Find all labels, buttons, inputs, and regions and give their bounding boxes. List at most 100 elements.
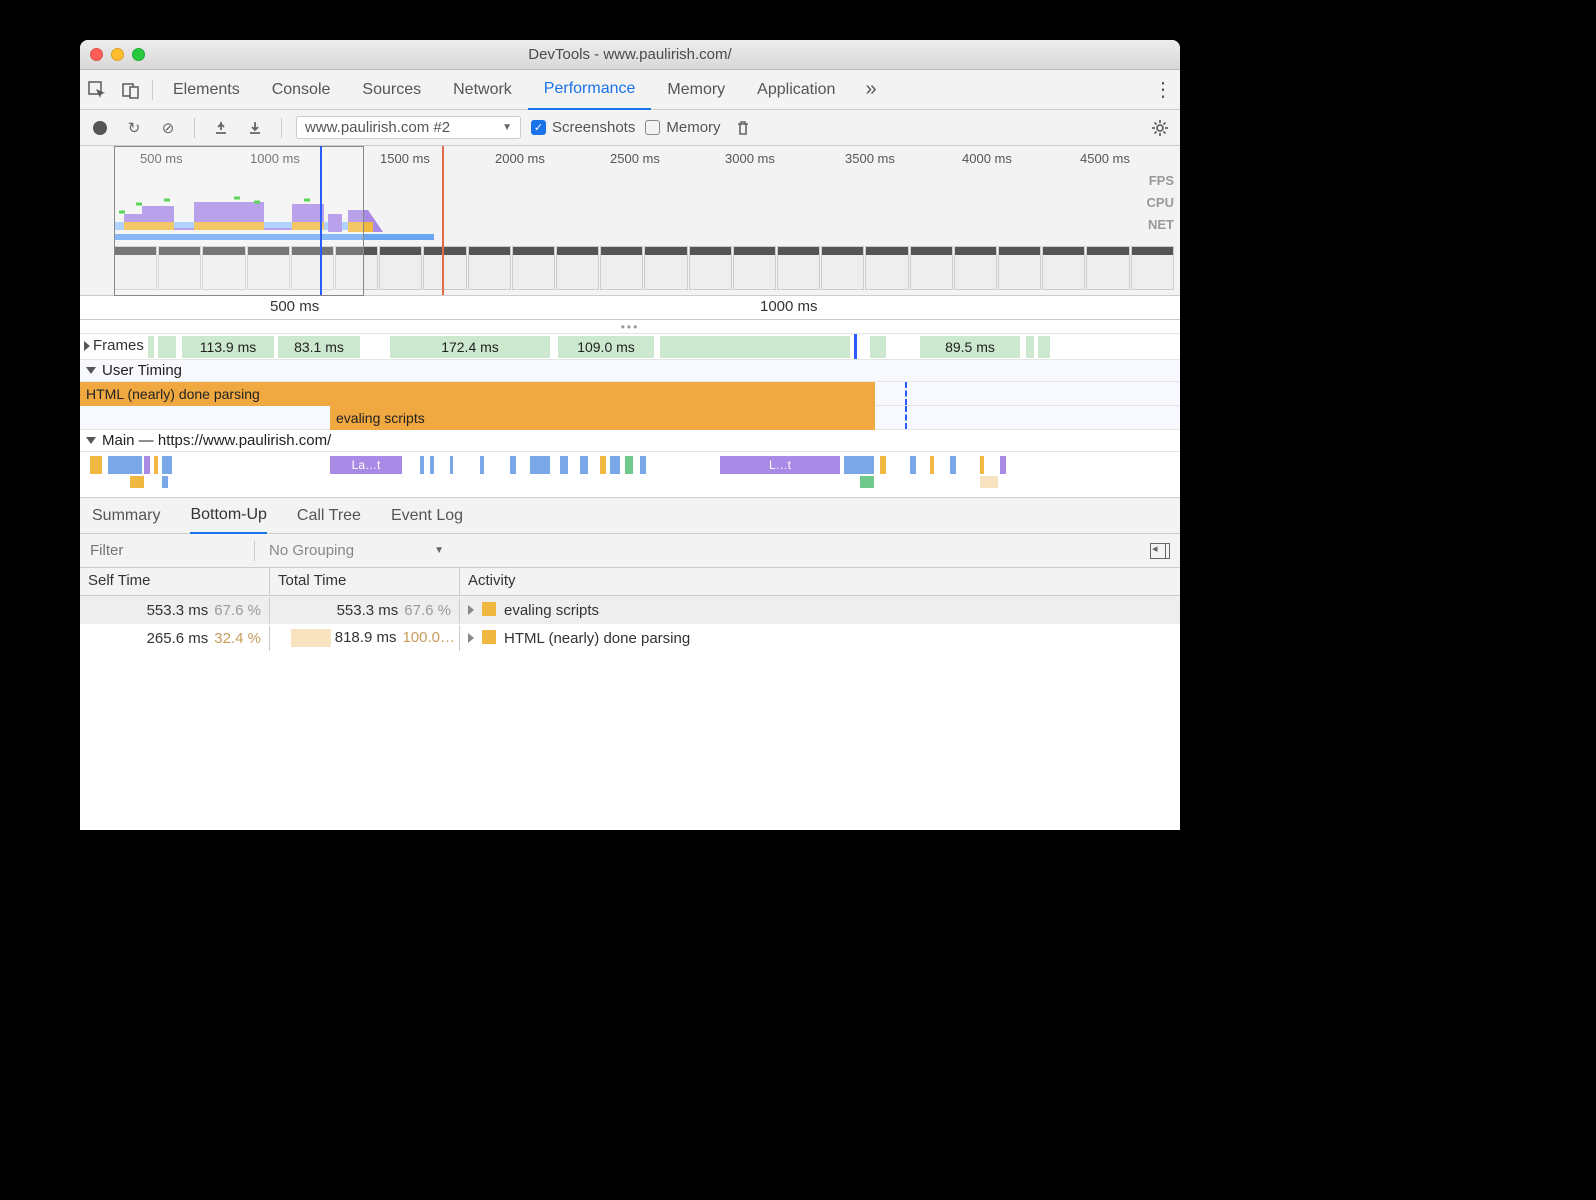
frame-block[interactable] — [660, 336, 850, 358]
timing-bar-html-parsing[interactable]: HTML (nearly) done parsing — [80, 382, 875, 406]
load-profile-icon[interactable] — [209, 116, 233, 140]
detail-tab-summary[interactable]: Summary — [92, 498, 160, 534]
frame-block[interactable]: 172.4 ms — [390, 336, 550, 358]
flame-block[interactable] — [450, 456, 453, 474]
ov-tick: 2500 ms — [610, 151, 660, 166]
flame-block[interactable] — [580, 456, 588, 474]
flame-block[interactable]: La…t — [330, 456, 402, 474]
collapsed-track-indicator[interactable]: ••• — [80, 320, 1180, 334]
cpu-label: CPU — [1147, 192, 1174, 214]
user-timing-label-text: User Timing — [102, 362, 182, 379]
flame-block[interactable] — [510, 456, 516, 474]
expand-triangle-icon[interactable] — [468, 633, 474, 643]
flame-block[interactable]: L…t — [720, 456, 840, 474]
ov-tick: 3000 ms — [725, 151, 775, 166]
flame-block[interactable] — [90, 456, 102, 474]
frames-label[interactable]: Frames — [84, 337, 144, 354]
recording-select[interactable]: www.paulirish.com #2 ▼ — [296, 116, 521, 139]
filter-input[interactable] — [80, 538, 250, 563]
tab-application[interactable]: Application — [741, 70, 851, 110]
flame-block[interactable] — [144, 456, 150, 474]
kebab-menu-icon[interactable]: ⋮ — [1146, 77, 1180, 102]
overview-timeline[interactable]: 500 ms 1000 ms 1500 ms 2000 ms 2500 ms 3… — [80, 146, 1180, 296]
tab-sources[interactable]: Sources — [346, 70, 437, 110]
tab-performance[interactable]: Performance — [528, 70, 652, 110]
main-thread-track[interactable]: La…t L…t — [80, 452, 1180, 498]
col-activity[interactable]: Activity — [460, 568, 1180, 595]
flame-block[interactable] — [910, 456, 916, 474]
timing-bar-evaling-scripts[interactable]: evaling scripts — [330, 406, 875, 430]
tab-console[interactable]: Console — [256, 70, 347, 110]
flame-block[interactable] — [162, 456, 172, 474]
frame-block[interactable] — [148, 336, 154, 358]
flame-block[interactable] — [108, 456, 142, 474]
flame-block[interactable] — [640, 456, 646, 474]
zoom-icon[interactable] — [132, 48, 145, 61]
frame-block[interactable]: 113.9 ms — [182, 336, 274, 358]
flame-ruler[interactable]: 500 ms 1000 ms — [80, 296, 1180, 320]
flame-block[interactable] — [625, 456, 633, 474]
thumb — [644, 246, 687, 290]
flame-block[interactable] — [600, 456, 606, 474]
col-total-time[interactable]: Total Time — [270, 568, 460, 595]
overview-window-handle[interactable] — [114, 146, 364, 296]
flame-block[interactable] — [844, 456, 874, 474]
detail-tab-call-tree[interactable]: Call Tree — [297, 498, 361, 534]
frame-block[interactable]: 109.0 ms — [558, 336, 654, 358]
sidebar-toggle-icon[interactable] — [1150, 543, 1170, 559]
main-label-text: Main — https://www.paulirish.com/ — [102, 432, 331, 449]
record-button[interactable] — [88, 116, 112, 140]
grouping-select[interactable]: No Grouping ▼ — [259, 542, 454, 559]
main-thread-label[interactable]: Main — https://www.paulirish.com/ — [80, 430, 1180, 452]
tab-network[interactable]: Network — [437, 70, 528, 110]
detail-tab-event-log[interactable]: Event Log — [391, 498, 463, 534]
frame-block[interactable] — [1026, 336, 1034, 358]
flame-block[interactable] — [860, 476, 874, 488]
flame-block[interactable] — [130, 476, 144, 488]
flame-block[interactable] — [430, 456, 434, 474]
save-profile-icon[interactable] — [243, 116, 267, 140]
expand-triangle-icon[interactable] — [468, 605, 474, 615]
flame-block[interactable] — [154, 456, 158, 474]
frames-track[interactable]: Frames 113.9 ms 83.1 ms 172.4 ms 109.0 m… — [80, 334, 1180, 360]
detail-tab-bottom-up[interactable]: Bottom-Up — [190, 498, 266, 534]
flame-block[interactable] — [930, 456, 934, 474]
frame-block[interactable]: 83.1 ms — [278, 336, 360, 358]
col-self-time[interactable]: Self Time — [80, 568, 270, 595]
frame-block[interactable] — [158, 336, 176, 358]
current-time-marker — [854, 334, 857, 359]
memory-checkbox[interactable]: Memory — [645, 119, 720, 136]
more-tabs-icon[interactable]: » — [851, 78, 890, 101]
flame-block[interactable] — [560, 456, 568, 474]
user-timing-label[interactable]: User Timing — [80, 360, 1180, 382]
flame-block[interactable] — [1000, 456, 1006, 474]
table-row[interactable]: 553.3 ms67.6 % 553.3 ms67.6 % evaling sc… — [80, 596, 1180, 624]
flame-block[interactable] — [980, 476, 998, 488]
range-marker — [905, 382, 907, 405]
device-toolbar-icon[interactable] — [114, 81, 148, 99]
frame-block[interactable] — [870, 336, 886, 358]
flame-block[interactable] — [420, 456, 424, 474]
self-time: 265.6 ms — [147, 630, 209, 647]
tab-memory[interactable]: Memory — [651, 70, 741, 110]
clear-icon[interactable]: ⊘ — [156, 116, 180, 140]
flame-block[interactable] — [530, 456, 550, 474]
flame-block[interactable] — [950, 456, 956, 474]
settings-gear-icon[interactable] — [1148, 116, 1172, 140]
reload-record-icon[interactable]: ↻ — [122, 116, 146, 140]
flame-block[interactable] — [980, 456, 984, 474]
flame-block[interactable] — [880, 456, 886, 474]
tab-elements[interactable]: Elements — [157, 70, 256, 110]
minimize-icon[interactable] — [111, 48, 124, 61]
gc-trash-icon[interactable] — [731, 116, 755, 140]
screenshots-checkbox[interactable]: ✓ Screenshots — [531, 119, 635, 136]
inspect-element-icon[interactable] — [80, 81, 114, 99]
net-label: NET — [1147, 214, 1174, 236]
table-row[interactable]: 265.6 ms32.4 % 818.9 ms100.0… HTML (near… — [80, 624, 1180, 652]
frame-block[interactable] — [1038, 336, 1050, 358]
close-icon[interactable] — [90, 48, 103, 61]
frame-block[interactable]: 89.5 ms — [920, 336, 1020, 358]
flame-block[interactable] — [480, 456, 484, 474]
flame-block[interactable] — [162, 476, 168, 488]
flame-block[interactable] — [610, 456, 620, 474]
